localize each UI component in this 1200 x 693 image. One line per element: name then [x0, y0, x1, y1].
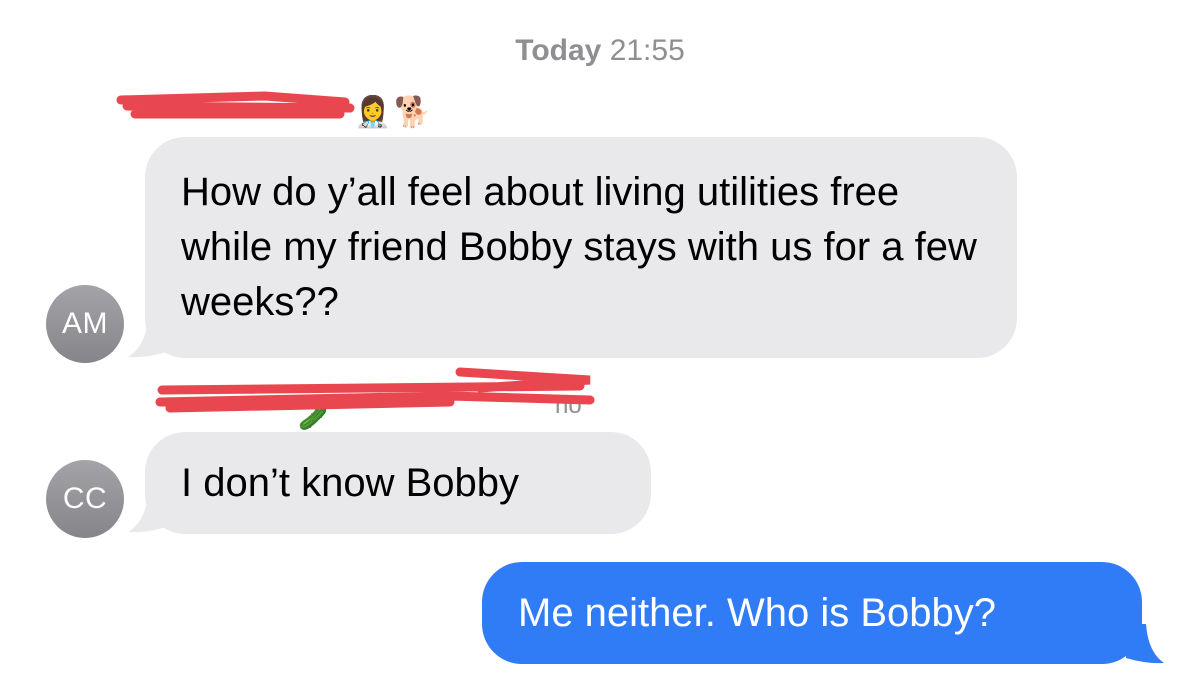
dog-emoji-icon: 🐕 — [394, 96, 432, 129]
cucumber-emoji-icon: 🥒 — [298, 405, 328, 432]
message-bubble-incoming[interactable]: I don’t know Bobby — [145, 432, 651, 534]
timestamp-day: Today — [515, 34, 602, 67]
message-bubble-incoming[interactable]: How do y’all feel about living utilities… — [145, 137, 1017, 358]
message-text: I don’t know Bobby — [181, 461, 519, 505]
conversation-timestamp: Today 21:55 — [0, 34, 1200, 68]
avatar-am[interactable]: AM — [46, 285, 124, 363]
message-text: Me neither. Who is Bobby? — [518, 591, 997, 635]
sender-name-fragment: no — [555, 392, 582, 419]
redaction-scribble — [116, 91, 355, 119]
timestamp-time: 21:55 — [609, 34, 685, 67]
doctor-emoji-icon: 👩‍⚕️ — [354, 96, 392, 129]
redaction-scribble — [155, 367, 595, 413]
message-bubble-outgoing[interactable]: Me neither. Who is Bobby? — [482, 562, 1142, 664]
message-text: How do y’all feel about living utilities… — [181, 170, 977, 324]
avatar-cc[interactable]: CC — [46, 460, 124, 538]
